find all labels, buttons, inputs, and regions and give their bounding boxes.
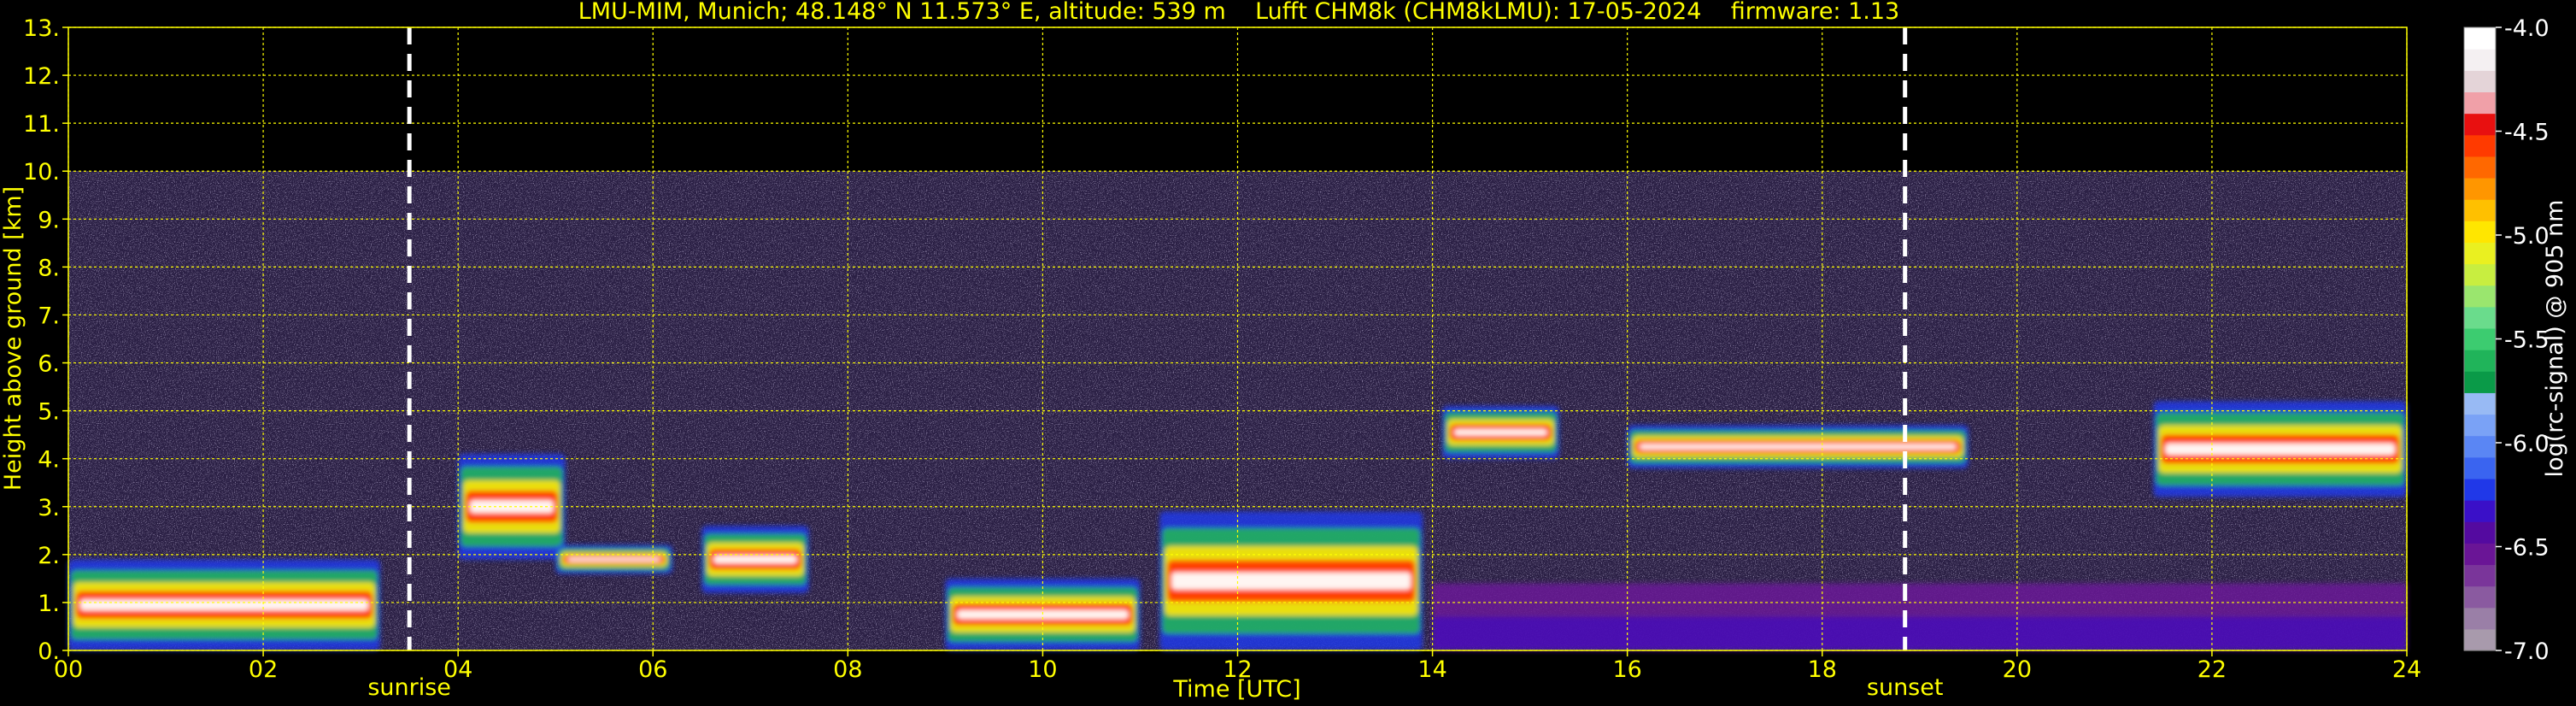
colorbar-segment <box>2464 543 2496 566</box>
colorbar-segment <box>2464 113 2496 136</box>
colorbar-tick-label: -6.5 <box>2504 535 2550 562</box>
colorbar-segment <box>2464 414 2496 437</box>
colorbar-segment <box>2464 49 2496 71</box>
colorbar-segment <box>2464 27 2496 50</box>
colorbar-segment <box>2464 478 2496 501</box>
x-tick-label: 14 <box>1417 656 1446 683</box>
y-tick-label: 5. <box>38 399 60 426</box>
ceilometer-chart: LMU-MIM, Munich; 48.148° N 11.573° E, al… <box>0 0 2568 703</box>
x-tick-label: 24 <box>2392 656 2421 683</box>
plot-area <box>67 26 2408 651</box>
y-tick-label: 9. <box>38 207 60 233</box>
x-tick-label: 16 <box>1612 656 1641 683</box>
colorbar-segment <box>2464 263 2496 286</box>
y-axis-ticks: 0. 1. 2. 3. 4. 5. 6. 7. 8. 9. 10. 11. 12. 13. <box>23 15 68 665</box>
y-tick-label: 8. <box>38 255 60 281</box>
y-tick-label: 7. <box>38 303 60 329</box>
chart-title: LMU-MIM, Munich; 48.148° N 11.573° E, al… <box>578 0 1899 25</box>
colorbar-segment <box>2464 585 2496 609</box>
colorbar-segment <box>2464 435 2496 458</box>
feature-8 <box>2153 401 2407 497</box>
feature-0 <box>68 559 380 650</box>
colorbar-segment <box>2464 500 2496 522</box>
colorbar-segment <box>2464 327 2496 350</box>
x-tick-label: 10 <box>1028 656 1057 683</box>
colorbar-segment <box>2464 199 2496 221</box>
colorbar-label: log(rc-signal) @ 905 nm <box>2542 200 2568 478</box>
x-tick-label: 18 <box>1808 656 1837 683</box>
colorbar-segment <box>2464 521 2496 544</box>
colorbar-segment <box>2464 306 2496 329</box>
y-tick-label: 13. <box>23 15 60 42</box>
y-tick-label: 2. <box>38 543 60 569</box>
colorbar-segment <box>2464 392 2496 415</box>
colorbar-segment <box>2464 564 2496 587</box>
colorbar-tick-label: -4.0 <box>2504 15 2550 42</box>
colorbar-segment <box>2464 456 2496 479</box>
x-tick-label: 08 <box>833 656 862 683</box>
colorbar-segment <box>2464 156 2496 179</box>
y-tick-label: 0. <box>38 638 60 665</box>
colorbar-segment <box>2464 285 2496 308</box>
colorbar-segment <box>2464 91 2496 115</box>
y-tick-label: 10. <box>23 159 60 185</box>
colorbar-tick-label: -4.5 <box>2504 120 2550 146</box>
y-tick-label: 4. <box>38 447 60 474</box>
y-tick-label: 12. <box>23 63 60 90</box>
feature-7 <box>1627 425 1969 468</box>
y-tick-label: 3. <box>38 495 60 521</box>
feature-9 <box>1432 583 2407 650</box>
sun-marker-label: sunset <box>1867 674 1944 701</box>
y-axis-label: Height above ground [km] <box>0 186 26 491</box>
feature-6 <box>1441 406 1559 459</box>
colorbar-tick-label: -7.0 <box>2504 638 2550 665</box>
y-tick-label: 11. <box>23 111 60 138</box>
colorbar-segment <box>2464 350 2496 372</box>
colorbar-segment <box>2464 70 2496 93</box>
colorbar-segment <box>2464 371 2496 393</box>
y-tick-label: 1. <box>38 591 60 617</box>
x-tick-label: 20 <box>2003 656 2032 683</box>
x-tick-label: 06 <box>638 656 667 683</box>
feature-3 <box>701 526 809 593</box>
colorbar-stripes <box>2464 27 2496 651</box>
colorbar: -4.0-4.5-5.0-5.5-6.0-6.5-7.0 log(rc-sign… <box>2463 15 2568 665</box>
feature-2 <box>555 544 673 574</box>
x-tick-label: 22 <box>2198 656 2227 683</box>
y-tick-label: 6. <box>38 351 60 378</box>
colorbar-segment <box>2464 177 2496 200</box>
sun-marker-label: sunrise <box>367 674 451 701</box>
colorbar-segment <box>2464 607 2496 630</box>
colorbar-segment <box>2464 628 2496 651</box>
x-axis-label: Time [UTC] <box>1172 676 1300 703</box>
colorbar-segment <box>2464 221 2496 243</box>
x-tick-label: 02 <box>249 656 278 683</box>
colorbar-segment <box>2464 134 2496 157</box>
feature-5 <box>1159 511 1423 650</box>
colorbar-segment <box>2464 242 2496 265</box>
